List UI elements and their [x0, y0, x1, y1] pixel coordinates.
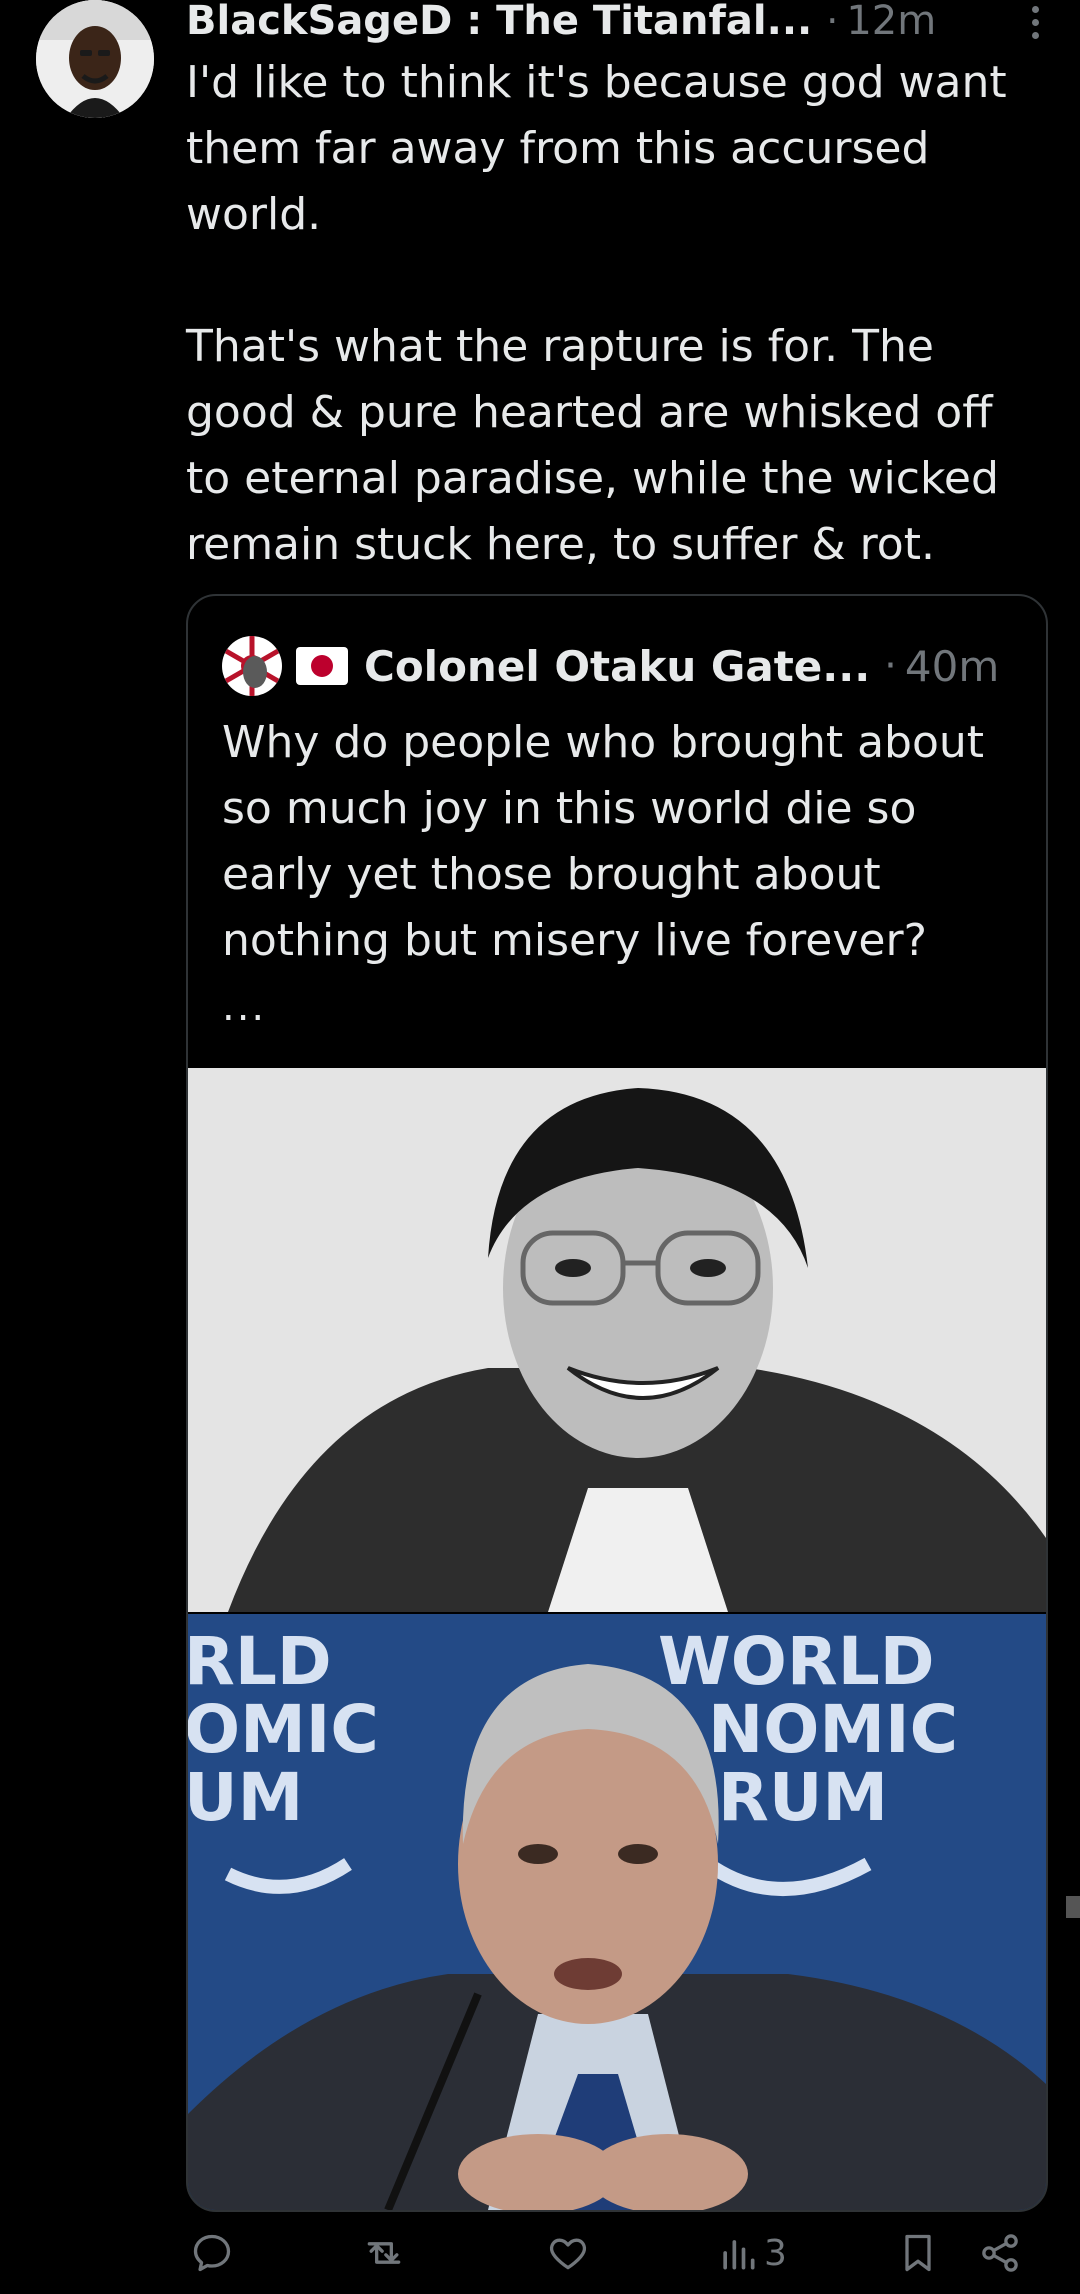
- banner-right-line-1: WORLD: [658, 1623, 935, 1700]
- views-count: 3: [764, 2232, 787, 2274]
- quoted-author-avatar: [222, 636, 282, 696]
- author-avatar[interactable]: [36, 0, 154, 118]
- views-button[interactable]: 3: [716, 2228, 787, 2278]
- views-icon: [723, 2240, 755, 2270]
- tweet-timestamp[interactable]: 12m: [846, 0, 936, 44]
- tweet-paragraph-2: That's what the rapture is for. The good…: [186, 321, 999, 570]
- share-button[interactable]: [978, 2228, 1022, 2278]
- quoted-header-separator: ·: [884, 643, 897, 689]
- quoted-text-ellipsis: ...: [222, 984, 267, 1030]
- share-icon: [982, 2234, 1018, 2272]
- quoted-tweet-text: Why do people who brought about so much …: [222, 717, 985, 966]
- banner-left-line-3: UM: [188, 1759, 303, 1836]
- quoted-timestamp: 40m: [904, 641, 1000, 691]
- quoted-author-name: Colonel Otaku Gate...: [364, 641, 871, 691]
- tweet-paragraph-1: I'd like to think it's because god want …: [186, 57, 1007, 240]
- banner-right-line-2: NOMIC: [708, 1691, 958, 1768]
- tweet-text: I'd like to think it's because god want …: [186, 50, 1026, 578]
- tweet-actions-bar: 3: [186, 2220, 1046, 2290]
- banner-left-line-1: RLD: [188, 1623, 332, 1700]
- quoted-tweet-header: Colonel Otaku Gate... · 40m: [222, 636, 999, 696]
- header-separator: ·: [826, 0, 839, 43]
- retweet-button[interactable]: [362, 2228, 406, 2278]
- retweet-icon: [367, 2242, 401, 2264]
- reply-icon: [193, 2234, 231, 2272]
- quoted-tweet-card[interactable]: Colonel Otaku Gate... · 40m Why do peopl…: [186, 594, 1048, 2212]
- tweet-header: BlackSageD : The Titanfal... · 12m: [186, 0, 1060, 48]
- bookmark-button[interactable]: [896, 2228, 940, 2278]
- reply-button[interactable]: [190, 2228, 234, 2278]
- bookmark-icon: [905, 2234, 931, 2272]
- like-button[interactable]: [546, 2228, 590, 2278]
- author-name[interactable]: BlackSageD : The Titanfal...: [186, 0, 812, 44]
- banner-left-line-2: OMIC: [188, 1691, 379, 1768]
- japan-flag-icon: [296, 647, 348, 685]
- quoted-photo-2[interactable]: RLD OMIC UM WORLD NOMIC RUM: [188, 1614, 1046, 2210]
- scrollbar-handle[interactable]: [1066, 1896, 1080, 1918]
- quoted-photo-1[interactable]: [188, 1068, 1046, 1612]
- more-options-icon[interactable]: [1028, 6, 1042, 42]
- like-icon: [549, 2238, 587, 2270]
- banner-right-line-3: RUM: [718, 1759, 888, 1836]
